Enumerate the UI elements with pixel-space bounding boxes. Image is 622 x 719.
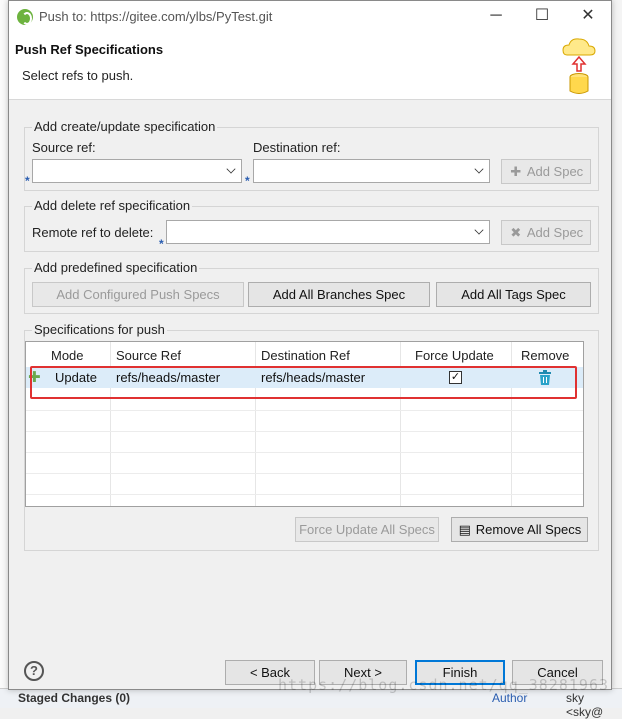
staged-changes-label: Staged Changes (0) bbox=[18, 691, 131, 705]
window-title: Push to: https://gitee.com/ylbs/PyTest.g… bbox=[39, 9, 273, 24]
table-header: Mode Source Ref Destination Ref Force Up… bbox=[26, 342, 583, 366]
destination-ref-label: Destination ref: bbox=[253, 140, 341, 155]
remove-all-specs-label: Remove All Specs bbox=[475, 522, 582, 537]
watermark: https://blog.csdn.net/qq_38281963 bbox=[278, 676, 610, 694]
create-update-group-title: Add create/update specification bbox=[32, 119, 218, 134]
chevron-down-icon bbox=[226, 164, 236, 174]
push-wizard-icon bbox=[562, 38, 596, 94]
chevron-down-icon bbox=[474, 225, 484, 235]
column-source-ref[interactable]: Source Ref bbox=[116, 348, 181, 363]
remote-ref-label: Remote ref to delete: bbox=[32, 225, 154, 240]
page-title: Push Ref Specifications bbox=[15, 42, 164, 57]
annotation-highlight-box bbox=[30, 366, 577, 399]
specifications-group-title: Specifications for push bbox=[32, 322, 167, 337]
predefined-spec-group: Add predefined specification Add Configu… bbox=[24, 260, 599, 314]
destination-ref-combo[interactable] bbox=[253, 159, 490, 183]
column-force-update[interactable]: Force Update bbox=[415, 348, 494, 363]
add-delete-spec-label: Add Spec bbox=[526, 225, 584, 240]
add-all-branches-spec-button[interactable]: Add All Branches Spec bbox=[248, 282, 430, 307]
spring-app-icon bbox=[17, 9, 33, 25]
close-button[interactable]: ✕ bbox=[565, 1, 611, 33]
remote-ref-combo[interactable] bbox=[166, 220, 490, 244]
force-update-all-specs-button[interactable]: Force Update All Specs bbox=[295, 517, 439, 542]
predefined-group-title: Add predefined specification bbox=[32, 260, 200, 275]
plus-icon: ✚ bbox=[510, 164, 522, 179]
source-ref-combo[interactable] bbox=[32, 159, 242, 183]
add-spec-label: Add Spec bbox=[526, 164, 584, 179]
create-update-group: Add create/update specification Source r… bbox=[24, 119, 599, 191]
push-dialog: Push to: https://gitee.com/ylbs/PyTest.g… bbox=[8, 0, 612, 690]
column-destination-ref[interactable]: Destination Ref bbox=[261, 348, 350, 363]
minimize-button[interactable]: ─ bbox=[473, 1, 519, 33]
help-icon[interactable]: ? bbox=[24, 661, 44, 681]
delete-ref-group: Add delete ref specification Remote ref … bbox=[24, 198, 599, 252]
title-bar: Push to: https://gitee.com/ylbs/PyTest.g… bbox=[9, 1, 611, 33]
add-all-tags-spec-button[interactable]: Add All Tags Spec bbox=[436, 282, 591, 307]
source-ref-label: Source ref: bbox=[32, 140, 96, 155]
source-required-marker: * bbox=[25, 174, 30, 188]
add-configured-push-specs-button[interactable]: Add Configured Push Specs bbox=[32, 282, 244, 307]
remote-required-marker: * bbox=[159, 237, 164, 251]
destination-required-marker: * bbox=[245, 174, 250, 188]
add-spec-button[interactable]: ✚ Add Spec bbox=[501, 159, 591, 184]
author-value: sky <sky@ bbox=[566, 691, 604, 719]
wizard-banner: Push Ref Specifications Select refs to p… bbox=[9, 33, 611, 100]
remove-all-specs-button[interactable]: ▤ Remove All Specs bbox=[451, 517, 588, 542]
remove-list-icon: ▤ bbox=[458, 522, 471, 537]
add-delete-spec-button[interactable]: ✖ Add Spec bbox=[501, 220, 591, 245]
page-subtitle: Select refs to push. bbox=[22, 68, 134, 83]
chevron-down-icon bbox=[474, 164, 484, 174]
delete-x-icon: ✖ bbox=[510, 225, 522, 240]
column-remove[interactable]: Remove bbox=[521, 348, 569, 363]
maximize-button[interactable]: ☐ bbox=[519, 1, 565, 33]
column-mode[interactable]: Mode bbox=[51, 348, 84, 363]
delete-ref-group-title: Add delete ref specification bbox=[32, 198, 193, 213]
